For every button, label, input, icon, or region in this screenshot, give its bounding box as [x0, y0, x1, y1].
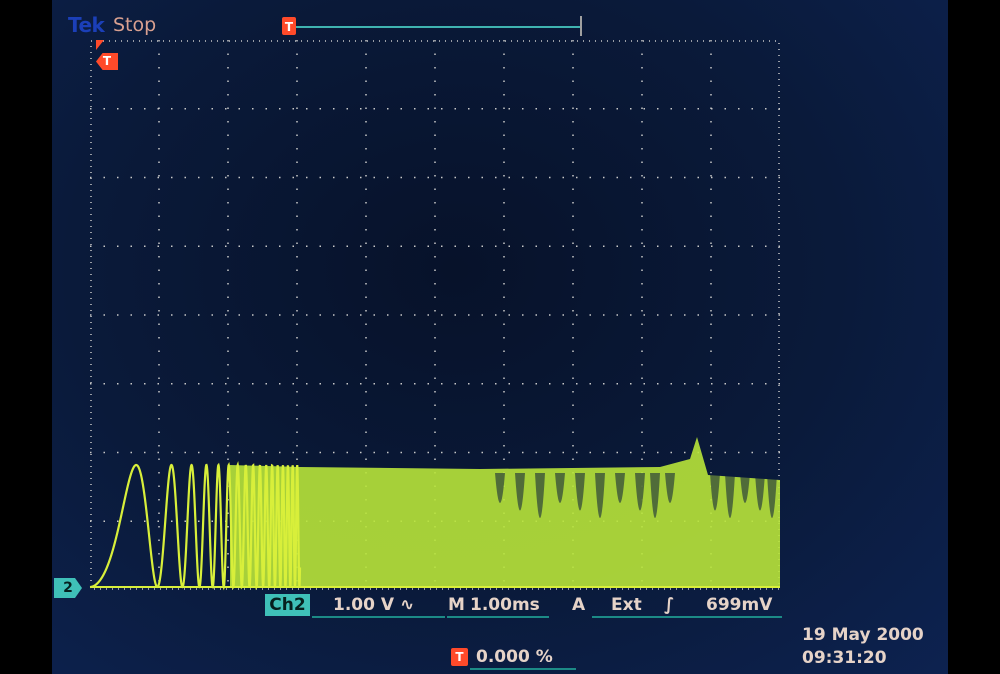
timebase-readout[interactable]: 1.00ms — [470, 594, 540, 616]
main-timebase-label: M — [448, 595, 465, 615]
rising-slope-icon: ∫ — [664, 595, 675, 615]
channel-label[interactable]: Ch2 — [265, 594, 310, 616]
waveform-display — [89, 437, 780, 591]
volts-value: 1.00 V — [333, 595, 395, 615]
trigger-source-readout[interactable]: Ext — [611, 594, 642, 616]
timebase-underline — [447, 616, 549, 618]
position-underline — [470, 668, 576, 670]
volts-underline — [312, 616, 445, 618]
date-readout: 19 May 2000 — [802, 625, 924, 645]
volts-per-div-readout[interactable]: 1.00 V ∿ — [333, 594, 414, 616]
trigger-position-icon: T — [451, 648, 468, 666]
time-readout: 09:31:20 — [802, 648, 887, 668]
ac-coupling-icon: ∿ — [399, 595, 415, 615]
trigger-mode-label: A — [572, 595, 586, 615]
waveform-dense-region — [230, 437, 780, 587]
trigger-position-readout[interactable]: 0.000 % — [476, 646, 553, 668]
trigger-underline — [592, 616, 782, 618]
trigger-level-readout[interactable]: 699mV — [706, 594, 772, 616]
